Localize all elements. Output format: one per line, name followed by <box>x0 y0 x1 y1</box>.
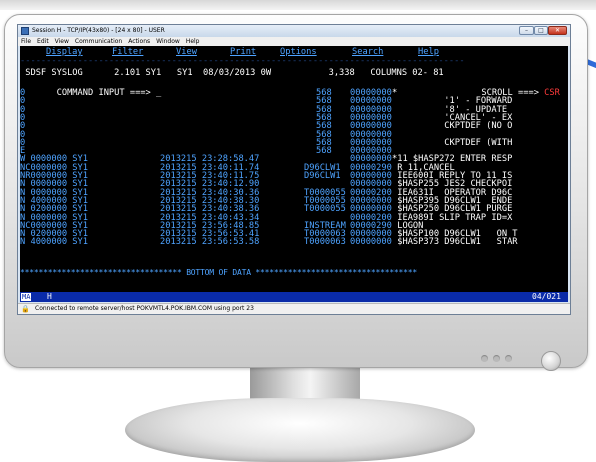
log-cell-col5: 00000000 <box>350 237 392 248</box>
terminal-screen[interactable]: Display Filter View Print Options Search Help … <box>20 46 568 292</box>
oia-cursor-position: 04/021 <box>532 292 561 301</box>
background-top-strip <box>0 0 596 10</box>
indicator-dot <box>493 355 500 362</box>
menu-item-help[interactable]: Help <box>183 37 203 46</box>
indicator-dot <box>481 355 488 362</box>
emulator-window: Session H - TCP/IP(43x80) - [24 x 80] - … <box>17 24 571 315</box>
command-input-field[interactable]: _ <box>156 88 161 98</box>
power-button-icon[interactable] <box>541 351 561 371</box>
terminal-emulator-icon[interactable] <box>21 27 29 35</box>
log-cell-col3: T0000063 <box>304 237 346 248</box>
menu-item-view[interactable]: View <box>52 37 72 46</box>
connection-status: Connected to remote server/host POKVMTL4… <box>35 305 254 312</box>
command-input-label: COMMAND INPUT ===> <box>51 88 156 98</box>
window-title: Session H - TCP/IP(43x80) - [24 x 80] - … <box>32 27 165 34</box>
indicator-dot <box>505 355 512 362</box>
log-cell-col6: CKPTDEF (WITH <box>392 137 513 148</box>
minimize-button[interactable]: – <box>519 26 534 35</box>
sdsf-header-line: SDSF SYSLOG 2.101 SY1 SY1 08/03/2013 0W … <box>20 68 444 78</box>
log-cell-col2: 2013215 23:56:53.58 <box>160 237 260 248</box>
menubar: File Edit View Communication Actions Window He… <box>18 37 570 46</box>
log-cell-col4: 568 <box>316 146 332 157</box>
log-cell-lead: N 4000000 SY1 <box>20 237 88 248</box>
window-titlebar[interactable]: Session H - TCP/IP(43x80) - [24 x 80] - … <box>18 25 570 37</box>
menu-item-actions[interactable]: Actions <box>125 37 153 46</box>
monitor-indicator-dots <box>481 355 512 362</box>
menu-item-edit[interactable]: Edit <box>34 37 52 46</box>
close-button[interactable]: ✕ <box>548 26 567 35</box>
menu-item-communication[interactable]: Communication <box>72 37 125 46</box>
scroll-value[interactable]: CSR <box>544 88 560 98</box>
command-input-line[interactable]: COMMAND INPUT ===> _ <box>20 78 162 98</box>
lock-icon: 🔒 <box>21 305 30 313</box>
scroll-field[interactable]: SCROLL ===> CSR <box>450 78 559 98</box>
menu-item-window[interactable]: Window <box>153 37 183 46</box>
status-bar: 🔒 Connected to remote server/host POKVMT… <box>18 303 570 314</box>
monitor-stand-base <box>125 398 475 462</box>
operator-info-area: MA H 04/021 <box>20 292 568 302</box>
menu-item-file[interactable]: File <box>18 37 34 46</box>
maximize-button[interactable]: □ <box>534 26 548 35</box>
action-bar-separator: ----------------------------------------… <box>20 56 465 66</box>
log-cell-col3: T0000055 <box>304 204 346 215</box>
log-cell-col6: $HASP373 D96CLW1 STAR <box>392 237 518 248</box>
log-cell-col6: CKPTDEF (NO O <box>392 121 513 132</box>
bottom-of-data-marker: *********************************** BOTT… <box>20 268 418 277</box>
oia-session: H <box>47 292 52 301</box>
oia-mode: MA <box>21 293 32 301</box>
log-cell-col3: D96CLW1 <box>304 171 341 181</box>
